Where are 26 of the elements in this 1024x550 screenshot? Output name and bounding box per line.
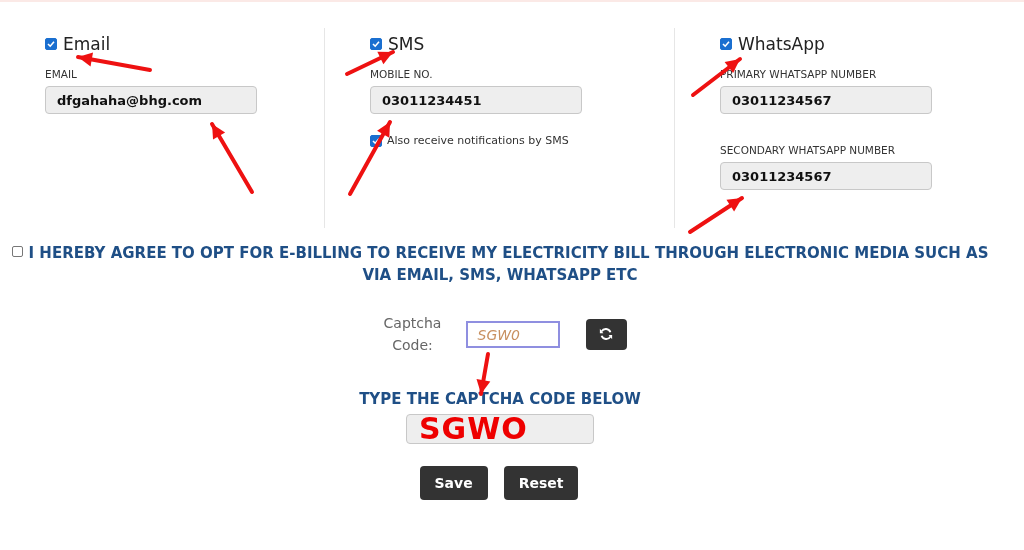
form-button[interactable]: Reset [503,466,579,500]
captcha-image: SGW0 [465,320,560,348]
field-label: SECONDARY WHATSAPP NUMBER [720,144,897,156]
checkbox[interactable] [720,38,732,50]
captcha-input[interactable]: SGWO [406,414,594,444]
checkbox[interactable] [11,246,23,257]
field-label: MOBILE NO. [370,68,434,80]
input-field[interactable]: 03011234451 [370,86,582,114]
input-field[interactable]: 03011234567 [720,86,932,114]
agreement-text: I HEREBY AGREE TO OPT FOR E-BILLING TO RECEIVE MY ELECTRICITY BILL THROUGH ELECTRONIC MEDIA SUCH AS VIA EMAIL, SMS, WHATSAPP ETC [28,244,989,284]
refresh-button[interactable] [585,318,627,350]
checkbox[interactable] [45,38,57,50]
annotation-arrow [210,122,254,194]
captcha-label: Captcha Code: [382,314,443,355]
channel-label: SMS [388,34,425,54]
refresh-icon [599,327,613,341]
input-field[interactable]: dfgahaha@bhg.com [45,86,257,114]
option-label: Also receive notifications by SMS [387,134,569,147]
captcha-prompt: TYPE THE CAPTCHA CODE BELOW [358,390,642,408]
annotation-arrow [688,196,744,234]
checkbox[interactable] [370,38,382,50]
channel-label: WhatsApp [738,34,825,54]
input-field[interactable]: 03011234567 [720,162,932,190]
form-button[interactable]: Save [419,466,488,500]
channel-label: Email [63,34,111,54]
field-label: EMAIL [45,68,78,80]
